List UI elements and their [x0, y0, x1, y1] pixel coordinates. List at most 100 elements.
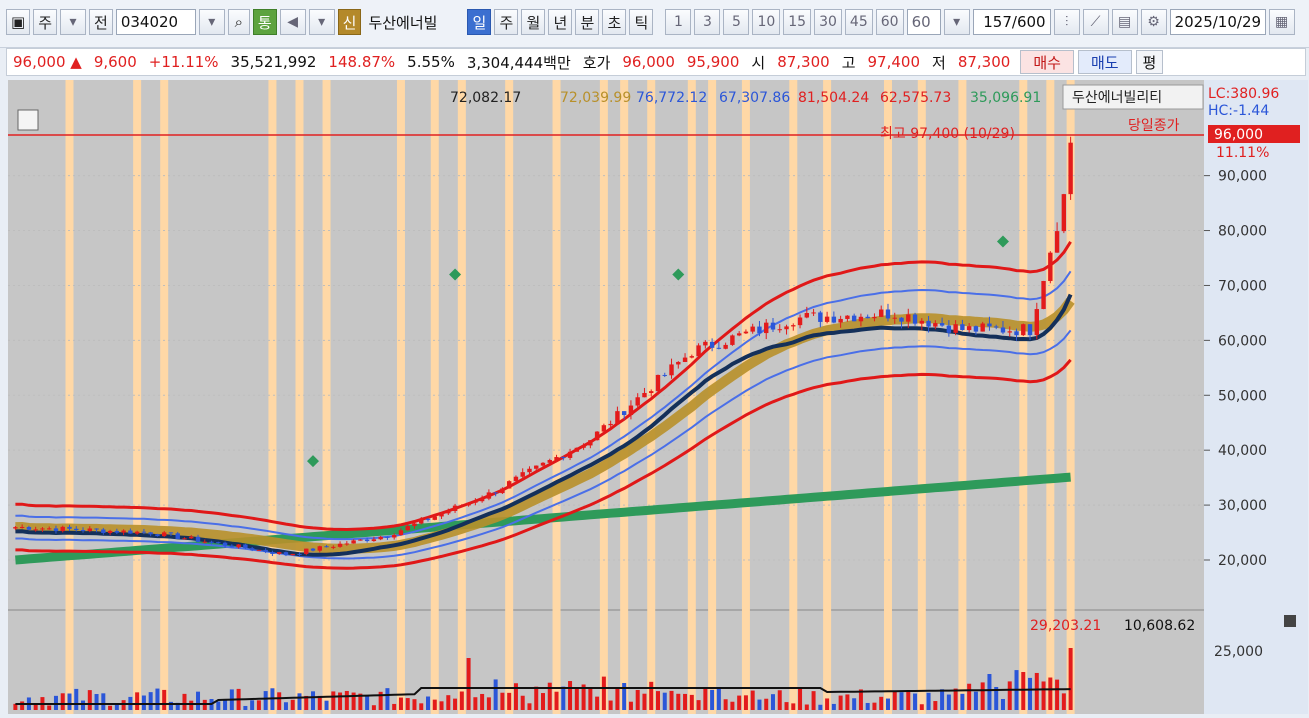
candle-body: [1061, 194, 1067, 232]
period-day[interactable]: 일: [467, 9, 492, 35]
candle-body: [703, 341, 708, 346]
candle-body: [804, 313, 810, 318]
search-icon[interactable]: ⌕: [227, 9, 250, 35]
candle-body: [784, 326, 789, 330]
volume-bar: [743, 695, 748, 710]
candle-body: [371, 539, 377, 542]
tong-button[interactable]: 통: [252, 9, 277, 35]
candle-body: [67, 526, 72, 529]
toolbar: ▣ 주 ▾ 전 034020 ▾ ⌕ 통 ◀ ▾ 신 두산에너빌 일 주 월 년…: [0, 0, 1309, 48]
candle-body: [80, 530, 86, 532]
interval-30[interactable]: 30: [814, 9, 842, 35]
highlight-column: [883, 80, 892, 714]
candle-body: [899, 317, 904, 322]
volume-bar: [892, 691, 897, 710]
period-year[interactable]: 년: [548, 9, 573, 35]
candle-body: [554, 457, 559, 460]
shin-badge[interactable]: 신: [337, 9, 362, 35]
date-input[interactable]: 2025/10/29: [1169, 9, 1266, 35]
candle-body: [486, 492, 492, 499]
candle-body: [324, 546, 329, 548]
candle-body: [777, 329, 782, 331]
speaker-icon[interactable]: ◀: [279, 9, 306, 35]
candle-body: [249, 548, 255, 551]
volume-bar: [642, 693, 647, 710]
window-icon[interactable]: ▣: [6, 9, 31, 35]
interval-15[interactable]: 15: [783, 9, 812, 35]
lc-label: LC:380.96: [1208, 86, 1279, 102]
code-dropdown-icon[interactable]: ▾: [198, 9, 225, 35]
volume-bar: [973, 691, 978, 710]
jeon-button[interactable]: 전: [89, 9, 113, 35]
volume-bar: [946, 694, 951, 710]
code-input[interactable]: 034020: [115, 9, 196, 35]
highlight-column: [65, 80, 74, 714]
interval-3[interactable]: 3: [694, 9, 721, 35]
gear-icon[interactable]: ⚙: [1140, 9, 1167, 35]
period-second[interactable]: 초: [602, 9, 627, 35]
candle-tool-icon[interactable]: ⫶: [1053, 9, 1080, 35]
line-tool-icon[interactable]: ⟋: [1082, 9, 1109, 35]
candle-body: [128, 530, 133, 534]
volume-bar: [710, 689, 715, 710]
volume-bar: [716, 688, 721, 710]
volume-bar: [838, 695, 843, 710]
volume-bar: [297, 693, 302, 710]
volume-bar: [825, 698, 830, 710]
volume-bar: [547, 682, 552, 710]
price: 96,000 ▲: [13, 53, 82, 71]
interval-1[interactable]: 1: [665, 9, 692, 35]
volume-bar: [412, 699, 417, 710]
candle-body: [317, 546, 322, 551]
candle-body: [669, 364, 674, 376]
volume-bar: [595, 696, 600, 710]
candle-body: [824, 316, 830, 322]
type-dropdown-icon[interactable]: ▾: [60, 9, 86, 35]
candle-body: [933, 323, 938, 327]
period-minute[interactable]: 분: [575, 9, 600, 35]
grid-toggle-icon[interactable]: [17, 109, 39, 131]
period-month[interactable]: 월: [521, 9, 546, 35]
change-pct: +11.11%: [148, 53, 219, 71]
avg-button[interactable]: 평: [1135, 50, 1164, 74]
volume-bar: [791, 703, 796, 710]
axis-tick-label: 30,000: [1218, 498, 1267, 514]
interval-45[interactable]: 45: [844, 9, 873, 35]
interval-dropdown-icon[interactable]: ▾: [943, 9, 970, 35]
period-week[interactable]: 주: [494, 9, 519, 35]
candle-body: [912, 314, 918, 324]
buy-button[interactable]: 매수: [1020, 50, 1074, 74]
sell-button[interactable]: 매도: [1077, 50, 1132, 74]
candle-body: [879, 309, 884, 317]
chart-area[interactable]: 90,000 80,000 70,000 60,000 50,000 40,000 30,0…: [8, 80, 1308, 714]
candle-body: [310, 548, 316, 551]
volume-bar: [852, 698, 857, 710]
interval-60[interactable]: 60: [875, 9, 904, 35]
volume-bar: [155, 688, 160, 710]
volume-bar: [554, 691, 559, 710]
candle-body: [946, 325, 952, 333]
interval-input[interactable]: 60: [906, 9, 941, 35]
last-pct: 11.11%: [1216, 145, 1269, 161]
price-chart[interactable]: 90,000 80,000 70,000 60,000 50,000 40,000 30,0…: [8, 80, 1308, 714]
candle-body: [845, 315, 850, 319]
volume-bar: [723, 699, 728, 710]
interval-5[interactable]: 5: [723, 9, 750, 35]
candle-body: [53, 528, 59, 532]
bid: 95,900: [686, 53, 740, 71]
calendar-icon[interactable]: ▦: [1268, 9, 1295, 35]
volume-close-icon[interactable]: [1284, 615, 1296, 627]
legend-bb-lower-inner: 67,307.86: [719, 90, 790, 106]
period-tick[interactable]: 틱: [629, 9, 654, 35]
candle-body: [168, 532, 174, 534]
count-field[interactable]: 157/600: [972, 9, 1051, 35]
candle-body: [148, 532, 153, 535]
interval-10[interactable]: 10: [752, 9, 781, 35]
candle-body: [601, 425, 607, 432]
candle-body: [358, 539, 363, 541]
speaker-dropdown-icon[interactable]: ▾: [308, 9, 335, 35]
type-select[interactable]: 주: [33, 9, 57, 35]
save-icon[interactable]: ▤: [1111, 9, 1138, 35]
volume-bar: [87, 690, 92, 710]
candle-body: [574, 447, 580, 452]
